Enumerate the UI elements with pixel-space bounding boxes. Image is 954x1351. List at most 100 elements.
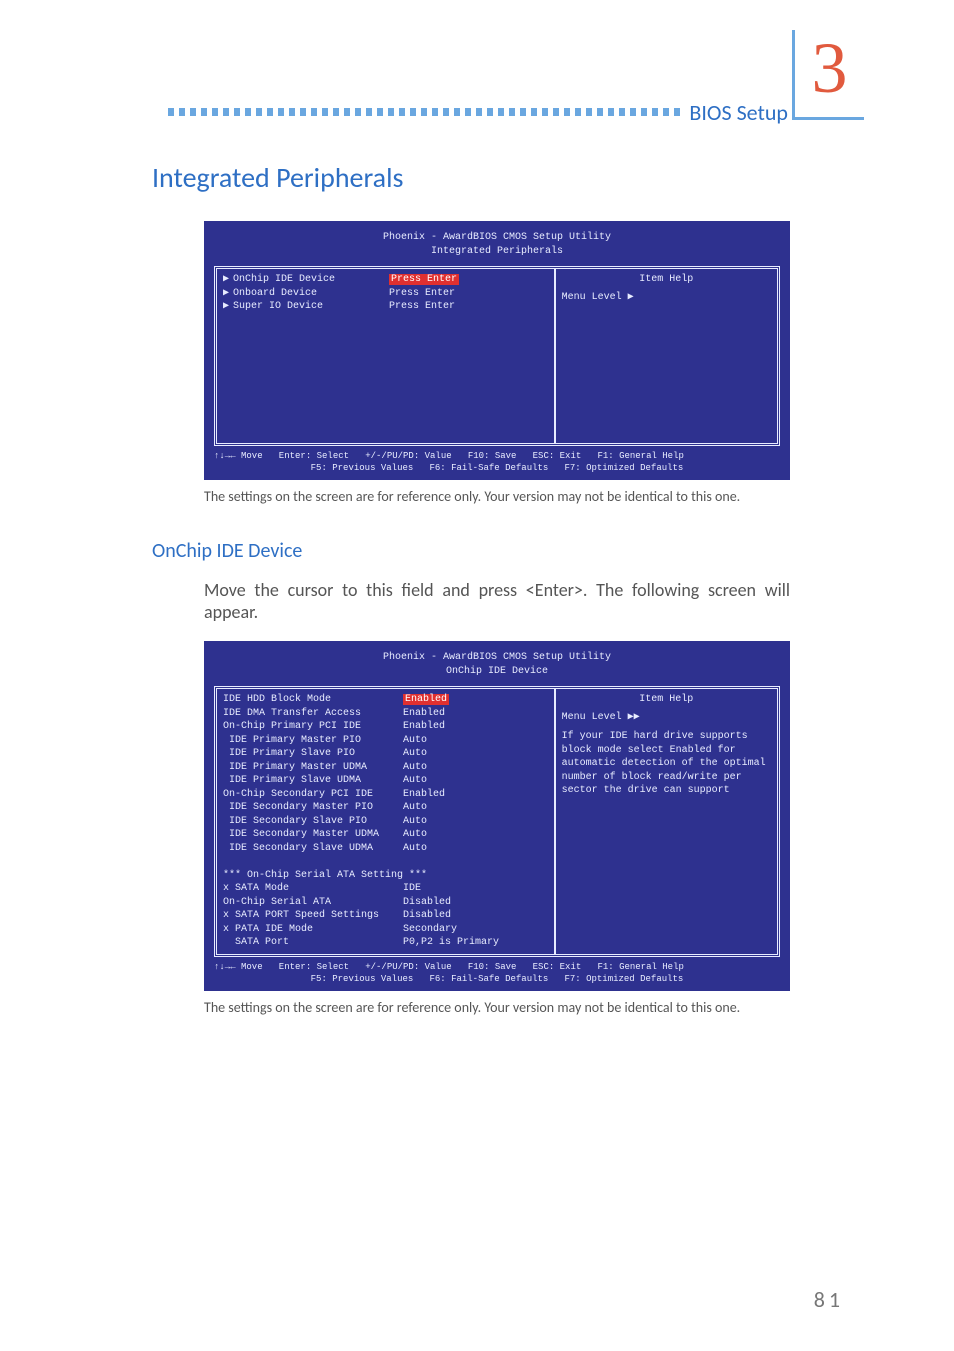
- bios-item-label: *** On-Chip Serial ATA Setting ***: [223, 869, 427, 883]
- bios-footer-l1: ↑↓→← Move Enter: Select +/-/PU/PD: Value…: [214, 961, 780, 973]
- bios-footer: ↑↓→← Move Enter: Select +/-/PU/PD: Value…: [214, 450, 780, 474]
- bios-menu-item: IDE Secondary Master PIO Auto: [223, 801, 548, 815]
- bios-item-label: IDE Primary Master UDMA: [223, 761, 403, 775]
- bios-inner-frame: IDE HDD Block Mode EnabledIDE DMA Transf…: [214, 686, 780, 957]
- dotted-rule: [168, 108, 681, 116]
- bios-item-value: Auto: [403, 801, 427, 815]
- bios-menu-level: Menu Level ▶: [562, 291, 771, 305]
- bios-item-label: [223, 855, 403, 869]
- bios-item-value: Auto: [403, 828, 427, 842]
- bios-item-value: Auto: [403, 842, 427, 856]
- submenu-arrow-icon: ▶: [223, 273, 233, 287]
- bios-screenshot-onchip-ide: Phoenix - AwardBIOS CMOS Setup Utility O…: [204, 641, 790, 991]
- bios-help-pane: Item Help Menu Level ▶: [556, 269, 777, 443]
- bios-menu-item: IDE Primary Master PIO Auto: [223, 734, 548, 748]
- bios-item-value: Disabled: [403, 896, 451, 910]
- bios-item-label: IDE DMA Transfer Access: [223, 707, 403, 721]
- bios-menu-list: IDE HDD Block Mode EnabledIDE DMA Transf…: [217, 689, 556, 954]
- bios-item-label: IDE Primary Slave UDMA: [223, 774, 403, 788]
- bios-item-label: IDE Secondary Slave UDMA: [223, 842, 403, 856]
- submenu-arrow-icon: ▶: [223, 300, 233, 314]
- bios-menu-item: IDE DMA Transfer Access Enabled: [223, 707, 548, 721]
- bios-help-pane: Item Help Menu Level ▶▶ If your IDE hard…: [556, 689, 777, 954]
- bios-help-title: Item Help: [562, 693, 771, 707]
- page-number: 81: [814, 1286, 844, 1313]
- bios-title-l2: OnChip IDE Device: [214, 665, 780, 679]
- bios-menu-item: IDE Primary Slave UDMA Auto: [223, 774, 548, 788]
- bios-menu-list: ▶OnChip IDE Device Press Enter▶Onboard D…: [217, 269, 556, 443]
- bios-menu-item: ▶Onboard Device Press Enter: [223, 287, 548, 301]
- header-line: BIOS Setup: [168, 104, 788, 120]
- bios-footer: ↑↓→← Move Enter: Select +/-/PU/PD: Value…: [214, 961, 780, 985]
- bios-item-value: P0,P2 is Primary: [403, 936, 499, 950]
- bios-titlebar: Phoenix - AwardBIOS CMOS Setup Utility O…: [214, 651, 780, 678]
- bios-footer-l2: F5: Previous Values F6: Fail-Safe Defaul…: [214, 973, 780, 985]
- bios-item-label: IDE Secondary Master UDMA: [223, 828, 403, 842]
- bios-menu-item: IDE Secondary Slave PIO Auto: [223, 815, 548, 829]
- bios-item-value: Enabled: [403, 788, 445, 802]
- bios-menu-item: SATA Port P0,P2 is Primary: [223, 936, 548, 950]
- chapter-number: 3: [812, 32, 848, 104]
- bios-item-label: On-Chip Serial ATA: [223, 896, 403, 910]
- bios-help-body: If your IDE hard drive supports block mo…: [562, 730, 771, 798]
- bios-menu-item: On-Chip Serial ATA Disabled: [223, 896, 548, 910]
- bios-menu-item: ▶Super IO Device Press Enter: [223, 300, 548, 314]
- bios-item-value: Auto: [403, 747, 427, 761]
- bios-item-label: x SATA Mode: [223, 882, 403, 896]
- bios-menu-item: *** On-Chip Serial ATA Setting ***: [223, 869, 548, 883]
- bios-item-label: SATA Port: [223, 936, 403, 950]
- bios-item-value: Enabled: [403, 707, 445, 721]
- bios-item-label: x SATA PORT Speed Settings: [223, 909, 403, 923]
- bios-item-label: IDE HDD Block Mode: [223, 693, 403, 707]
- bios-item-label: IDE Secondary Slave PIO: [223, 815, 403, 829]
- bios-item-value: Enabled: [403, 720, 445, 734]
- bios-footer-l2: F5: Previous Values F6: Fail-Safe Defaul…: [214, 462, 780, 474]
- body-text: Move the cursor to this field and press …: [204, 579, 790, 623]
- bios-item-value: Auto: [403, 774, 427, 788]
- bios-inner-frame: ▶OnChip IDE Device Press Enter▶Onboard D…: [214, 266, 780, 446]
- header-title: BIOS Setup: [681, 99, 788, 126]
- bios-item-label: IDE Primary Slave PIO: [223, 747, 403, 761]
- bios-menu-item: IDE Secondary Master UDMA Auto: [223, 828, 548, 842]
- bios-item-value: Press Enter: [389, 287, 455, 301]
- bios-item-value: IDE: [403, 882, 421, 896]
- submenu-arrow-icon: ▶: [223, 287, 233, 301]
- bios-menu-item: x PATA IDE Mode Secondary: [223, 923, 548, 937]
- bios-help-title: Item Help: [562, 273, 771, 287]
- bios-menu-item: ▶OnChip IDE Device Press Enter: [223, 273, 548, 287]
- bios-item-label: Onboard Device: [233, 287, 389, 301]
- bios-item-label: On-Chip Primary PCI IDE: [223, 720, 403, 734]
- bios-item-value: Auto: [403, 734, 427, 748]
- bios-item-label: Super IO Device: [233, 300, 389, 314]
- bios-item-label: OnChip IDE Device: [233, 273, 389, 287]
- bios-footer-l1: ↑↓→← Move Enter: Select +/-/PU/PD: Value…: [214, 450, 780, 462]
- bios-menu-item: On-Chip Primary PCI IDE Enabled: [223, 720, 548, 734]
- bios-item-label: IDE Secondary Master PIO: [223, 801, 403, 815]
- bios-menu-item: IDE Primary Master UDMA Auto: [223, 761, 548, 775]
- bios-menu-item: x SATA PORT Speed Settings Disabled: [223, 909, 548, 923]
- bios-menu-level: Menu Level ▶▶: [562, 711, 771, 725]
- bios-menu-item: IDE Primary Slave PIO Auto: [223, 747, 548, 761]
- screenshot-caption: The settings on the screen are for refer…: [204, 488, 790, 505]
- bios-item-label: IDE Primary Master PIO: [223, 734, 403, 748]
- section-title: Integrated Peripherals: [152, 160, 864, 195]
- subsection-title: OnChip IDE Device: [152, 539, 864, 563]
- bios-menu-item: IDE HDD Block Mode Enabled: [223, 693, 548, 707]
- bios-title-l1: Phoenix - AwardBIOS CMOS Setup Utility: [214, 231, 780, 245]
- screenshot-caption: The settings on the screen are for refer…: [204, 999, 790, 1016]
- chapter-tab: 3: [792, 30, 864, 120]
- bios-item-value: Auto: [403, 761, 427, 775]
- bios-item-value: Press Enter: [389, 273, 459, 287]
- bios-title-l2: Integrated Peripherals: [214, 245, 780, 259]
- bios-titlebar: Phoenix - AwardBIOS CMOS Setup Utility I…: [214, 231, 780, 258]
- bios-item-value: Secondary: [403, 923, 457, 937]
- bios-menu-item: x SATA Mode IDE: [223, 882, 548, 896]
- bios-item-value: Auto: [403, 815, 427, 829]
- bios-item-label: x PATA IDE Mode: [223, 923, 403, 937]
- bios-screenshot-integrated-peripherals: Phoenix - AwardBIOS CMOS Setup Utility I…: [204, 221, 790, 480]
- bios-item-label: On-Chip Secondary PCI IDE: [223, 788, 403, 802]
- bios-menu-item: IDE Secondary Slave UDMA Auto: [223, 842, 548, 856]
- bios-title-l1: Phoenix - AwardBIOS CMOS Setup Utility: [214, 651, 780, 665]
- bios-item-value: Press Enter: [389, 300, 455, 314]
- bios-item-value: Enabled: [403, 693, 449, 707]
